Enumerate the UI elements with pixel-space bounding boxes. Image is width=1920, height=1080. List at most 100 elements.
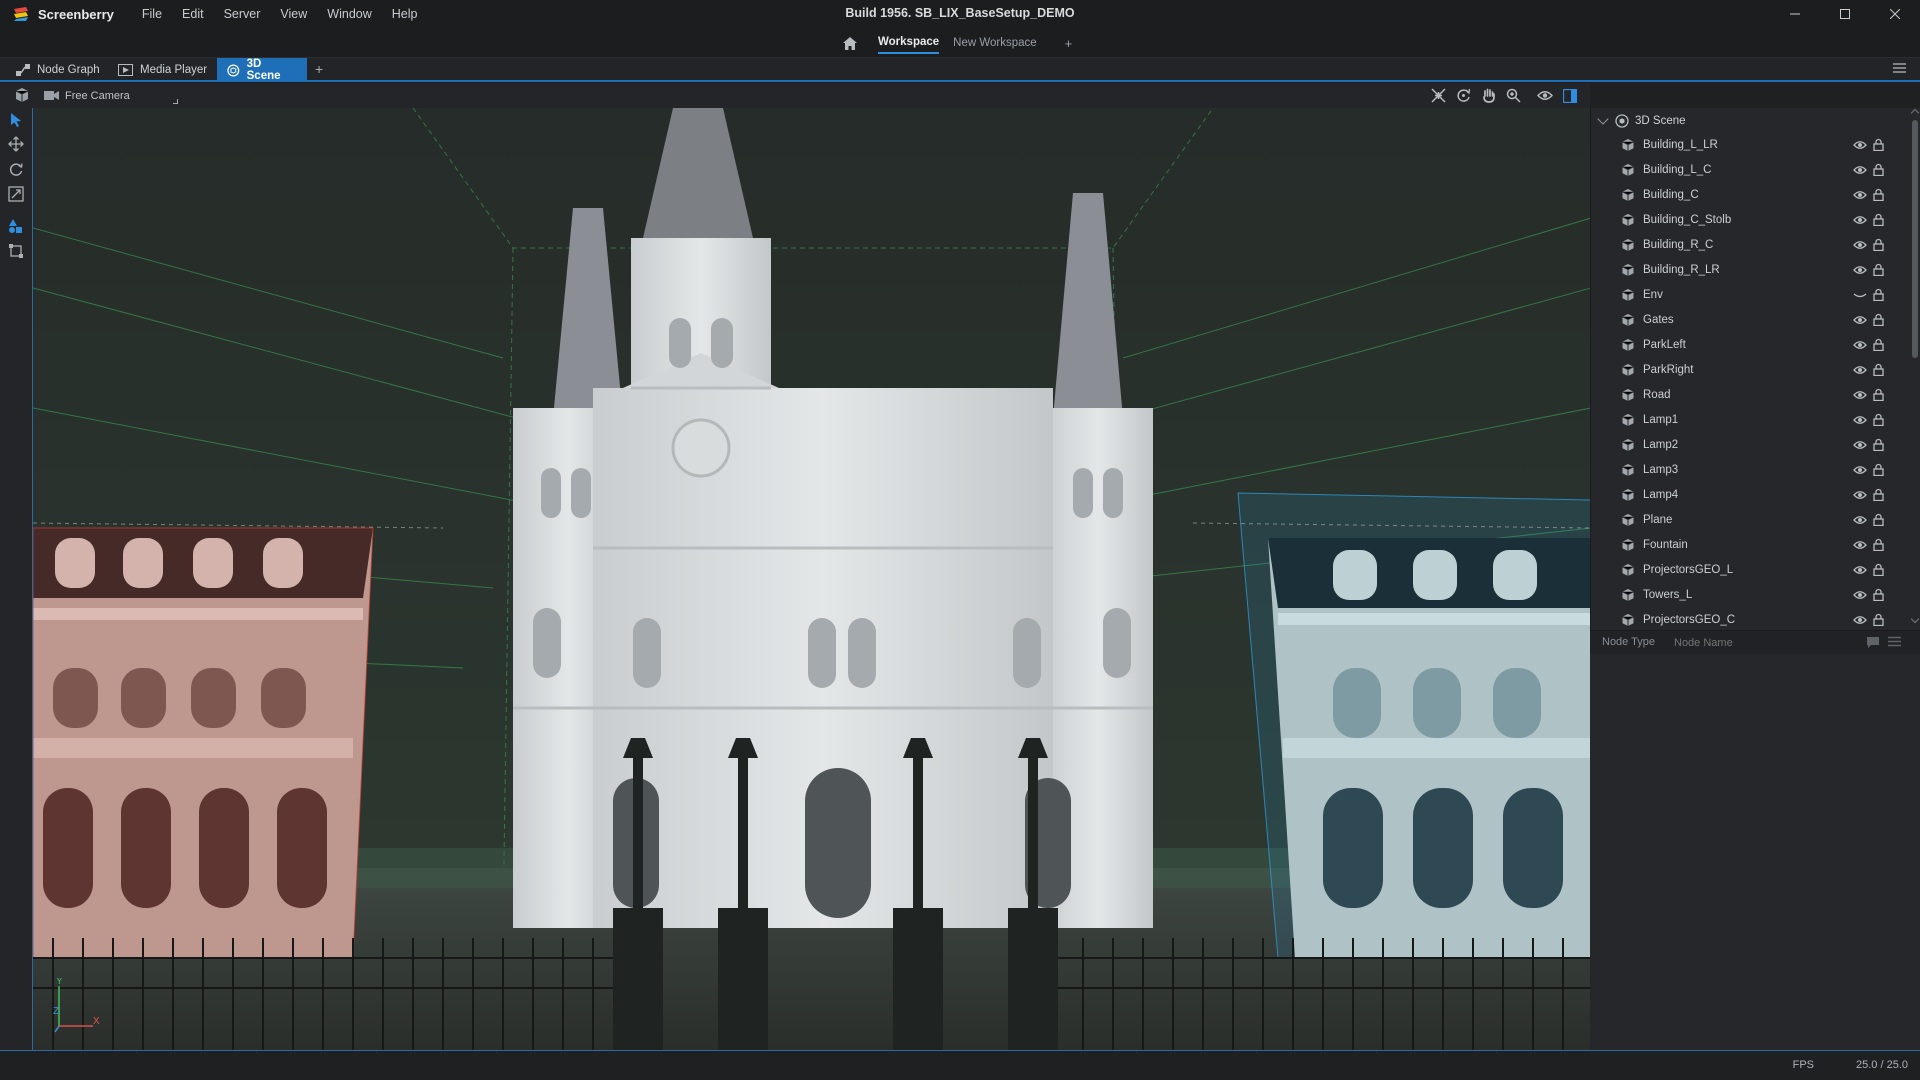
eye-icon[interactable] <box>1853 389 1867 403</box>
outliner-node[interactable]: Building_C_Stolb <box>1591 208 1909 233</box>
menu-edit[interactable]: Edit <box>182 7 204 21</box>
eye-icon[interactable] <box>1853 514 1867 528</box>
outliner-node[interactable]: Gates <box>1591 308 1909 333</box>
outliner-node[interactable]: Env <box>1591 283 1909 308</box>
outliner-node[interactable]: Plane <box>1591 508 1909 533</box>
menu-file[interactable]: File <box>142 7 162 21</box>
tab-node-graph[interactable]: Node Graph <box>6 58 110 82</box>
lock-icon[interactable] <box>1873 138 1884 154</box>
home-button[interactable] <box>838 31 862 55</box>
lock-icon[interactable] <box>1873 388 1884 404</box>
fly-tool-button[interactable] <box>1426 86 1451 105</box>
workspace-tab-workspace[interactable]: Workspace <box>878 32 940 54</box>
scroll-up-icon[interactable] <box>1910 108 1920 118</box>
outliner-scrollbar[interactable] <box>1912 120 1918 358</box>
outliner-node[interactable]: Lamp4 <box>1591 483 1909 508</box>
lock-icon[interactable] <box>1873 188 1884 204</box>
eye-icon[interactable] <box>1853 164 1867 178</box>
orbit-tool-button[interactable] <box>1451 86 1476 105</box>
eye-icon[interactable] <box>1853 189 1867 203</box>
eye-icon[interactable] <box>1853 239 1867 253</box>
maximize-button[interactable] <box>1820 0 1870 28</box>
select-tool-button[interactable] <box>8 112 26 130</box>
comment-button[interactable] <box>1866 636 1880 652</box>
toggle-sidebar-button[interactable] <box>1557 86 1582 105</box>
close-button[interactable] <box>1870 0 1920 28</box>
node-name-input[interactable] <box>1668 633 1848 652</box>
eye-icon[interactable] <box>1853 564 1867 578</box>
lock-icon[interactable] <box>1873 413 1884 429</box>
lock-icon[interactable] <box>1873 338 1884 354</box>
outliner-node[interactable]: ProjectorsGEO_L <box>1591 558 1909 583</box>
lock-icon[interactable] <box>1873 363 1884 379</box>
eye-icon[interactable] <box>1853 489 1867 503</box>
add-panel-tab-button[interactable]: + <box>315 61 323 77</box>
tab-3d-scene[interactable]: 3D Scene <box>217 58 307 82</box>
outliner-node[interactable]: Road <box>1591 383 1909 408</box>
eye-icon[interactable] <box>1853 414 1867 428</box>
lock-icon[interactable] <box>1873 238 1884 254</box>
eye-icon[interactable] <box>1853 464 1867 478</box>
menu-view[interactable]: View <box>280 7 307 21</box>
menu-window[interactable]: Window <box>327 7 371 21</box>
lock-icon[interactable] <box>1873 563 1884 579</box>
eye-icon[interactable] <box>1853 539 1867 553</box>
tree-root-3d-scene[interactable]: 3D Scene <box>1597 111 1686 131</box>
lock-icon[interactable] <box>1873 538 1884 554</box>
lock-icon[interactable] <box>1873 288 1884 304</box>
eye-icon[interactable] <box>1853 364 1867 378</box>
outliner-node[interactable]: Lamp1 <box>1591 408 1909 433</box>
outliner-node[interactable]: ParkLeft <box>1591 333 1909 358</box>
3d-viewport[interactable]: Y Z X <box>32 108 1590 1050</box>
outliner-node[interactable]: ParkRight <box>1591 358 1909 383</box>
lock-icon[interactable] <box>1873 438 1884 454</box>
eye-icon[interactable] <box>1853 614 1867 628</box>
pan-tool-button[interactable] <box>1476 86 1501 105</box>
outliner-node[interactable]: Building_L_LR <box>1591 133 1909 158</box>
menu-server[interactable]: Server <box>224 7 261 21</box>
move-tool-button[interactable] <box>8 136 26 154</box>
outliner-node[interactable]: Building_R_LR <box>1591 258 1909 283</box>
scene-object-button[interactable] <box>14 87 30 106</box>
lock-icon[interactable] <box>1873 213 1884 229</box>
workspace-tab-new-workspace[interactable]: New Workspace <box>953 33 1037 53</box>
outliner-node[interactable]: Building_R_C <box>1591 233 1909 258</box>
tab-media-player[interactable]: Media Player <box>108 58 217 82</box>
eye-icon[interactable] <box>1853 589 1867 603</box>
scale-tool-button[interactable] <box>8 186 26 204</box>
visibility-toggle-button[interactable] <box>1532 86 1557 105</box>
outliner-node[interactable]: Towers_L <box>1591 583 1909 608</box>
outliner-node[interactable]: Building_L_C <box>1591 158 1909 183</box>
lock-icon[interactable] <box>1873 613 1884 629</box>
scroll-down-icon[interactable] <box>1910 614 1920 624</box>
outliner-node[interactable]: Lamp3 <box>1591 458 1909 483</box>
transform-box-tool-button[interactable] <box>8 243 26 261</box>
lock-icon[interactable] <box>1873 313 1884 329</box>
eye-icon[interactable] <box>1853 264 1867 278</box>
eye-icon[interactable] <box>1853 339 1867 353</box>
eye-icon[interactable] <box>1853 139 1867 153</box>
panel-menu-button[interactable] <box>1893 62 1906 76</box>
lock-icon[interactable] <box>1873 463 1884 479</box>
minimize-button[interactable] <box>1770 0 1820 28</box>
lock-icon[interactable] <box>1873 588 1884 604</box>
lock-icon[interactable] <box>1873 488 1884 504</box>
eye-icon[interactable] <box>1853 439 1867 453</box>
camera-select[interactable]: Free Camera <box>44 86 180 105</box>
lock-icon[interactable] <box>1873 513 1884 529</box>
lock-icon[interactable] <box>1873 263 1884 279</box>
outliner-node[interactable]: Fountain <box>1591 533 1909 558</box>
outliner-node[interactable]: Lamp2 <box>1591 433 1909 458</box>
eye-icon[interactable] <box>1853 314 1867 328</box>
node-type-filter[interactable]: Node Type <box>1602 636 1655 648</box>
chevron-down-icon[interactable] <box>1597 113 1609 125</box>
menu-help[interactable]: Help <box>392 7 418 21</box>
outliner-node[interactable]: Building_C <box>1591 183 1909 208</box>
lock-icon[interactable] <box>1873 163 1884 179</box>
eye-closed-icon[interactable] <box>1853 289 1867 303</box>
zoom-tool-button[interactable] <box>1501 86 1526 105</box>
geometry-tool-button[interactable] <box>8 218 26 236</box>
add-workspace-button[interactable]: + <box>1065 36 1073 51</box>
rotate-tool-button[interactable] <box>8 161 26 179</box>
list-options-button[interactable] <box>1888 636 1901 650</box>
